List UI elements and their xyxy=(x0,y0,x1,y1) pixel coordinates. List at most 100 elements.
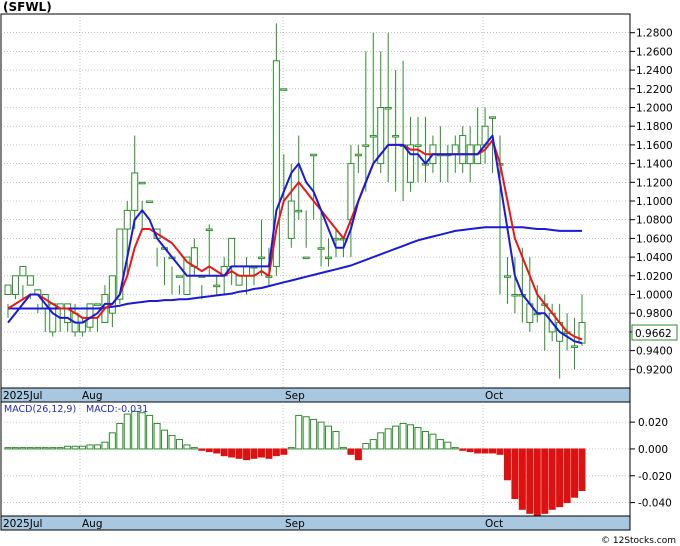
macd-bar-positive xyxy=(190,447,198,450)
macd-bar-positive xyxy=(11,447,19,450)
watermark: © 12Stocks.com xyxy=(601,536,676,546)
macd-bar-negative xyxy=(533,448,541,517)
candle-up xyxy=(511,294,519,297)
macd-bar-negative xyxy=(541,448,549,514)
candle-up xyxy=(414,144,422,147)
macd-bar-positive xyxy=(302,416,310,450)
price-tick-label: 1.2200 xyxy=(636,84,673,96)
macd-bar-negative xyxy=(272,448,280,457)
macd-bar-positive xyxy=(369,439,377,450)
candle-up xyxy=(4,284,12,295)
candle-up xyxy=(354,153,362,157)
macd-bar-positive xyxy=(34,447,42,450)
macd-bar-positive xyxy=(79,445,87,450)
candle-up xyxy=(384,107,392,110)
price-tick-label: 0.9400 xyxy=(636,346,673,358)
macd-bar-negative xyxy=(347,448,355,455)
macd-bar-positive xyxy=(93,444,101,450)
candle-up xyxy=(205,228,213,232)
macd-bar-negative xyxy=(198,448,206,451)
macd-bar-positive xyxy=(384,428,392,450)
price-tick-label: 1.2400 xyxy=(636,65,673,77)
price-tick-label: 1.1200 xyxy=(636,177,673,189)
macd-bar-negative xyxy=(511,448,519,500)
macd-bar-positive xyxy=(71,445,79,450)
candle-up xyxy=(175,275,183,278)
macd-bar-positive xyxy=(116,422,124,450)
candle-up xyxy=(272,60,280,267)
candle-up xyxy=(123,209,131,230)
macd-bar-negative xyxy=(213,448,221,454)
macd-bar-positive xyxy=(49,447,57,450)
candle-up xyxy=(93,303,101,306)
macd-bar-positive xyxy=(175,439,183,450)
macd-bar-negative xyxy=(571,448,579,498)
macd-bar-negative xyxy=(205,448,213,453)
macd-bar-positive xyxy=(436,439,444,450)
candle-up xyxy=(287,200,295,239)
macd-bar-negative xyxy=(257,448,265,458)
macd-bar-positive xyxy=(26,447,34,450)
macd-bar-positive xyxy=(4,447,12,450)
macd-bar-positive xyxy=(332,431,340,450)
price-tick-label: 1.0800 xyxy=(636,215,673,227)
candle-up xyxy=(228,237,236,267)
candle-up xyxy=(79,322,87,333)
macd-bar-positive xyxy=(153,422,161,450)
macd-bar-positive xyxy=(86,444,94,450)
macd-bar-negative xyxy=(489,448,497,454)
macd-bar-negative xyxy=(265,448,273,459)
macd-bar-positive xyxy=(161,429,169,450)
candle-up xyxy=(347,163,355,221)
macd-bar-positive xyxy=(123,413,131,450)
macd-bar-positive xyxy=(101,441,109,450)
last-price-label: 0.9662 xyxy=(635,328,672,340)
macd-tick-label: 0.020 xyxy=(638,417,668,429)
macd-bar-negative xyxy=(228,448,236,458)
macd-bar-negative xyxy=(354,448,362,461)
macd-bar-positive xyxy=(108,432,116,450)
macd-bar-positive xyxy=(56,447,64,450)
macd-bar-negative xyxy=(526,448,534,514)
candle-up xyxy=(310,153,318,157)
macd-bar-negative xyxy=(220,448,228,457)
candle-up xyxy=(243,265,251,277)
candle-up xyxy=(451,144,459,155)
macd-bar-negative xyxy=(466,448,474,453)
price-tick-label: 1.2600 xyxy=(636,46,673,58)
price-tick-label: 0.9800 xyxy=(636,308,673,320)
macd-bar-positive xyxy=(146,414,154,450)
price-x-label: Oct xyxy=(485,390,503,402)
candle-up xyxy=(131,172,139,211)
candle-up xyxy=(302,256,310,260)
macd-bar-positive xyxy=(168,435,176,450)
candle-up xyxy=(392,135,400,138)
macd-bar-positive xyxy=(41,447,49,450)
macd-bar-negative xyxy=(578,448,586,492)
macd-bar-positive xyxy=(407,424,415,450)
macd-x-label: Aug xyxy=(82,518,103,530)
candle-up xyxy=(362,144,370,147)
macd-bar-positive xyxy=(399,422,407,450)
macd-x-label: Sep xyxy=(285,518,305,530)
candle-up xyxy=(369,135,377,138)
macd-bar-negative xyxy=(518,448,526,510)
macd-bar-negative xyxy=(280,448,288,455)
macd-label: MACD(26,12,9) xyxy=(4,404,76,415)
candle-up xyxy=(503,275,511,278)
macd-bar-negative xyxy=(474,448,482,454)
macd-bar-negative xyxy=(243,448,251,461)
price-tick-label: 1.2000 xyxy=(636,103,673,115)
macd-bar-positive xyxy=(138,412,146,450)
macd-bar-negative xyxy=(250,448,258,459)
macd-bar-positive xyxy=(392,425,400,450)
macd-bar-negative xyxy=(459,448,467,451)
price-tick-label: 1.0600 xyxy=(636,233,673,245)
macd-bar-positive xyxy=(64,445,72,450)
macd-bar-negative xyxy=(563,448,571,504)
price-x-label: Aug xyxy=(82,390,103,402)
price-tick-label: 1.0400 xyxy=(636,252,673,264)
macd-x-label: Oct xyxy=(485,518,503,530)
macd-bar-positive xyxy=(339,447,347,450)
candle-up xyxy=(146,200,154,203)
